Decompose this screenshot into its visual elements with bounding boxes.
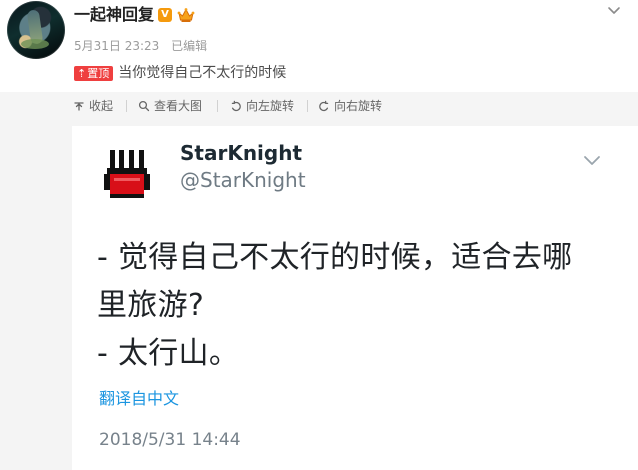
tweet-timestamp[interactable]: 2018/5/31 14:44 bbox=[99, 428, 241, 452]
post-text: 当你觉得自己不太行的时候 bbox=[118, 65, 287, 81]
toolbar-divider bbox=[126, 100, 127, 112]
rotate-right-label: 向右旋转 bbox=[334, 99, 383, 113]
translate-link[interactable]: 翻译自中文 bbox=[99, 388, 179, 410]
post-date-time[interactable]: 5月31日 23:23 bbox=[74, 39, 159, 53]
pin-icon: ⇡ bbox=[77, 66, 87, 80]
toolbar-divider bbox=[217, 100, 218, 112]
tweet-line: - 太行山。 bbox=[97, 336, 240, 371]
verified-badge: V bbox=[158, 8, 172, 22]
pin-label: 置顶 bbox=[87, 66, 110, 80]
rotate-right-button[interactable]: 向右旋转 bbox=[318, 97, 382, 115]
post-content-row: ⇡ 置顶 当你觉得自己不太行的时候 bbox=[74, 63, 286, 83]
collapse-label: 收起 bbox=[89, 99, 114, 113]
rotate-left-icon bbox=[231, 100, 241, 112]
tweet-body: - 觉得自己不太行的时候，适合去哪 里旅游? - 太行山。 bbox=[97, 234, 597, 378]
rotate-right-icon bbox=[319, 100, 329, 112]
avatar[interactable] bbox=[7, 1, 65, 59]
collapse-button[interactable]: 收起 bbox=[73, 97, 113, 115]
rotate-left-label: 向左旋转 bbox=[246, 99, 295, 113]
chevron-down-icon[interactable] bbox=[607, 6, 621, 16]
edited-label: 已编辑 bbox=[171, 39, 208, 53]
weibo-post-header: 一起神回复 V 5月31日 23:23 已编辑 ⇡ 置顶 当你觉得自己不太行的时… bbox=[0, 0, 638, 92]
view-large-label: 查看大图 bbox=[154, 99, 203, 113]
tweet-author-handle[interactable]: @StarKnight bbox=[180, 166, 306, 194]
weibo-post-screenshot: 一起神回复 V 5月31日 23:23 已编辑 ⇡ 置顶 当你觉得自己不太行的时… bbox=[0, 0, 638, 470]
toolbar-divider bbox=[307, 100, 308, 112]
collapse-icon bbox=[74, 102, 84, 111]
username[interactable]: 一起神回复 bbox=[74, 4, 154, 26]
chevron-down-icon[interactable] bbox=[582, 154, 602, 167]
view-large-button[interactable]: 查看大图 bbox=[138, 97, 202, 115]
tweet-line: - 觉得自己不太行的时候，适合去哪 bbox=[97, 240, 573, 275]
search-icon bbox=[138, 100, 150, 112]
tweet-screenshot-card: StarKnight @StarKnight - 觉得自己不太行的时候，适合去哪… bbox=[72, 126, 638, 470]
pin-badge: ⇡ 置顶 bbox=[74, 65, 114, 81]
expanded-image-area: StarKnight @StarKnight - 觉得自己不太行的时候，适合去哪… bbox=[0, 120, 638, 470]
tweet-line: 里旅游? bbox=[97, 288, 205, 323]
tweet-author-name[interactable]: StarKnight bbox=[180, 139, 302, 167]
post-meta: 5月31日 23:23 已编辑 bbox=[74, 37, 207, 55]
rotate-left-button[interactable]: 向左旋转 bbox=[230, 97, 294, 115]
image-toolbar: 收起 查看大图 向左旋转 向右旋转 bbox=[0, 92, 638, 120]
crown-icon bbox=[177, 8, 195, 22]
starknight-avatar-icon[interactable] bbox=[100, 146, 154, 200]
